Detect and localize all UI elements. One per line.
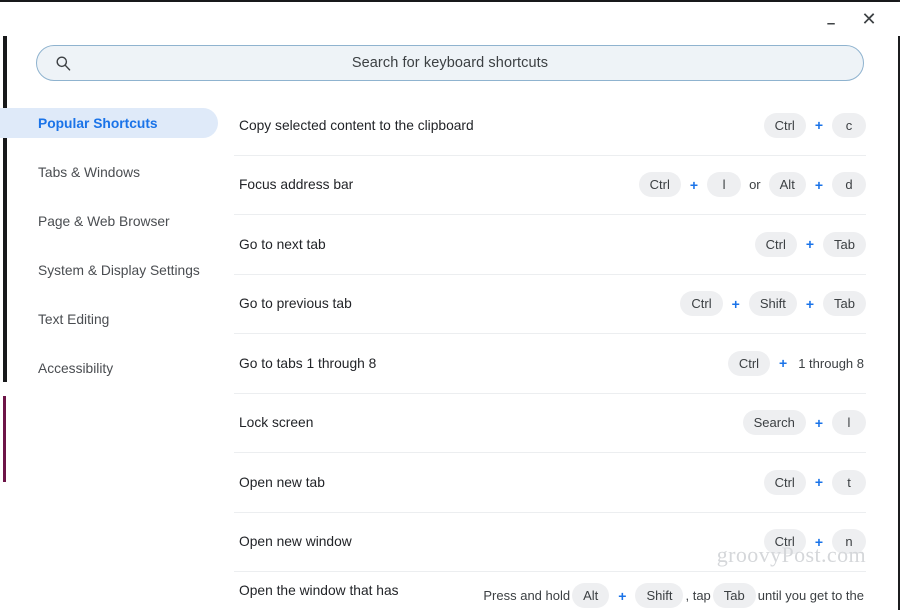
minimize-icon[interactable]: – — [814, 1, 848, 37]
shortcut-description: Go to next tab — [239, 236, 326, 252]
plus-separator-icon: + — [814, 117, 823, 134]
sidebar: Popular Shortcuts Tabs & Windows Page & We… — [0, 96, 234, 610]
key-chip: Search — [742, 410, 806, 436]
or-separator: or — [749, 177, 761, 193]
shortcut-description: Open the window that has — [239, 583, 399, 598]
table-row: Open the window that has Press and hold Al… — [234, 572, 866, 610]
shortcut-description: Go to previous tab — [239, 296, 352, 312]
key-chip: Shift — [748, 291, 797, 317]
shortcut-description: Focus address bar — [239, 177, 354, 193]
shortcut-keys: Press and hold Alt + Shift, tap Tab until you… — [481, 583, 866, 608]
shortcut-keys: Ctrl +1 through 8 — [727, 350, 866, 376]
key-chip: l — [832, 410, 866, 436]
shortcut-keys: Search + l — [742, 410, 866, 436]
shortcut-keys: Ctrl + c — [763, 112, 866, 138]
plus-separator-icon: + — [805, 295, 815, 312]
table-row: Go to next tab Ctrl + Tab — [234, 215, 866, 275]
shortcut-keys: Ctrl + Shift + Tab — [680, 291, 866, 317]
table-row: Go to tabs 1 through 8 Ctrl +1 through 8 — [234, 334, 866, 394]
table-row: Focus address bar Ctrl + l or Alt + d — [234, 156, 866, 215]
sidebar-item-tabs-and-windows[interactable]: Tabs & Windows — [0, 157, 234, 187]
sidebar-item-label: Page & Web Browser — [38, 213, 170, 229]
shortcut-keys: Ctrl + Tab — [754, 231, 866, 257]
plus-separator-icon: + — [814, 176, 823, 193]
plus-separator-icon: + — [779, 355, 788, 372]
title-bar: – ✕ — [0, 2, 900, 36]
sidebar-item-label: Accessibility — [38, 360, 114, 376]
shortcut-note-text: until you get to the — [757, 588, 864, 603]
shortcut-description: Open new tab — [239, 474, 325, 490]
shortcut-note-text: , tap — [685, 588, 711, 603]
sidebar-item-text-editing[interactable]: Text Editing — [0, 304, 234, 334]
watermark: groovyPost.com — [716, 542, 866, 567]
key-chip: Ctrl — [754, 231, 797, 257]
sidebar-item-accessibility[interactable]: Accessibility — [0, 353, 234, 383]
shortcuts-window: – ✕ Search for keyboard shortcuts Popula… — [0, 0, 900, 610]
plus-separator-icon: + — [814, 474, 823, 491]
shortcut-list: Copy selected content to the clipboard Ct… — [234, 96, 900, 610]
sidebar-item-page-and-web-browser[interactable]: Page & Web Browser — [0, 206, 234, 236]
key-chip: d — [832, 172, 866, 198]
plus-separator-icon: + — [689, 176, 699, 193]
table-row: Open new tab Ctrl + t — [234, 453, 866, 513]
main-content: Popular Shortcuts Tabs & Windows Page & We… — [0, 96, 900, 610]
sidebar-item-popular-shortcuts[interactable]: Popular Shortcuts — [0, 108, 218, 138]
shortcut-description: Copy selected content to the clipboard — [239, 117, 474, 133]
sidebar-item-label: Text Editing — [38, 311, 110, 327]
sidebar-item-label: System & Display Settings — [38, 262, 200, 278]
key-chip: Ctrl — [763, 469, 806, 495]
key-chip: Tab — [712, 583, 756, 608]
key-chip: Shift — [635, 583, 684, 608]
sidebar-item-label: Tabs & Windows — [38, 164, 140, 180]
key-chip: Tab — [823, 291, 866, 317]
plus-separator-icon: + — [731, 295, 740, 312]
plus-separator-icon: + — [814, 414, 823, 431]
shortcut-note-text: 1 through 8 — [798, 355, 864, 371]
key-chip: Ctrl — [680, 291, 723, 317]
shortcut-keys: Ctrl + l or Alt + d — [638, 172, 866, 198]
search-placeholder-text: Search for keyboard shortcuts — [351, 55, 549, 71]
key-chip: Tab — [823, 231, 866, 257]
close-icon[interactable]: ✕ — [852, 4, 886, 34]
key-chip: Ctrl — [763, 112, 806, 138]
key-chip: t — [832, 469, 866, 495]
sidebar-item-system-and-display-settings[interactable]: System & Display Settings — [0, 255, 234, 285]
key-chip: Alt — [572, 583, 610, 608]
plus-separator-icon: + — [618, 587, 627, 604]
table-row: Go to previous tab Ctrl + Shift + Tab — [234, 275, 866, 334]
search-input[interactable]: Search for keyboard shortcuts — [36, 45, 864, 81]
table-row: Lock screen Search + l — [234, 394, 866, 453]
sidebar-item-label: Popular Shortcuts — [38, 115, 158, 131]
shortcut-description: Lock screen — [239, 415, 314, 431]
plus-separator-icon: + — [805, 236, 815, 253]
shortcut-keys: Ctrl + t — [763, 469, 866, 495]
shortcut-description: Go to tabs 1 through 8 — [239, 355, 377, 371]
shortcut-note-text: Press and hold — [483, 588, 571, 603]
key-chip: Alt — [768, 172, 806, 198]
key-chip: Ctrl — [638, 172, 681, 198]
shortcut-description: Open new window — [239, 534, 352, 550]
key-chip: Ctrl — [727, 350, 771, 376]
key-chip: l — [707, 172, 742, 198]
table-row: Copy selected content to the clipboard Ct… — [234, 96, 866, 156]
key-chip: c — [832, 112, 866, 138]
